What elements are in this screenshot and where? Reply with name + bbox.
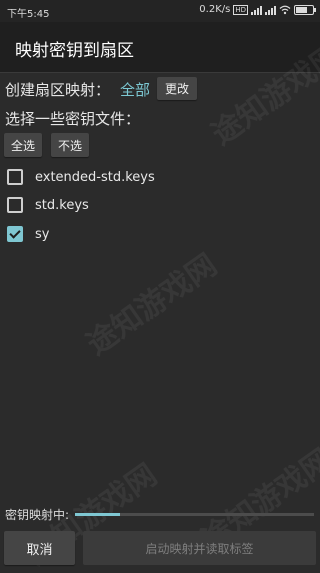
key-file-name: extended-std.keys	[35, 169, 155, 185]
battery-icon	[294, 4, 316, 15]
checkbox-checked[interactable]	[7, 226, 23, 242]
network-speed: 0.2K/s	[199, 4, 231, 15]
key-file-name: std.keys	[35, 197, 89, 213]
watermark: 途知游戏网	[80, 247, 224, 363]
wifi-icon	[279, 5, 291, 14]
status-icons: 0.2K/s HD	[199, 4, 316, 15]
cancel-button[interactable]: 取消	[4, 531, 75, 565]
sector-map-value: 全部	[120, 81, 151, 99]
checkbox[interactable]	[7, 169, 23, 185]
checkbox[interactable]	[7, 197, 23, 213]
key-file-row[interactable]: sy	[7, 226, 49, 242]
start-mapping-button[interactable]: 启动映射并读取标签	[83, 531, 316, 565]
status-time: 下午5:45	[7, 9, 50, 20]
progress-label: 密钥映射中:	[5, 508, 70, 522]
signal-icon-2	[265, 5, 276, 15]
title-bar: 映射密钥到扇区	[0, 22, 320, 72]
status-bar: 下午5:45 0.2K/s HD	[0, 0, 320, 22]
key-file-name: sy	[35, 226, 50, 242]
select-none-button[interactable]: 不选	[51, 133, 89, 157]
select-key-files-label: 选择一些密钥文件：	[5, 110, 141, 128]
select-all-button[interactable]: 全选	[4, 133, 42, 157]
change-button[interactable]: 更改	[157, 77, 197, 100]
hd-badge: HD	[233, 4, 248, 15]
progress-fill	[75, 513, 121, 516]
progress-bar	[75, 513, 314, 516]
key-file-row[interactable]: extended-std.keys	[7, 169, 155, 185]
page-title: 映射密钥到扇区	[15, 41, 134, 61]
sector-map-label: 创建扇区映射：	[5, 81, 111, 99]
signal-icon	[251, 5, 262, 15]
key-file-row[interactable]: std.keys	[7, 197, 89, 213]
